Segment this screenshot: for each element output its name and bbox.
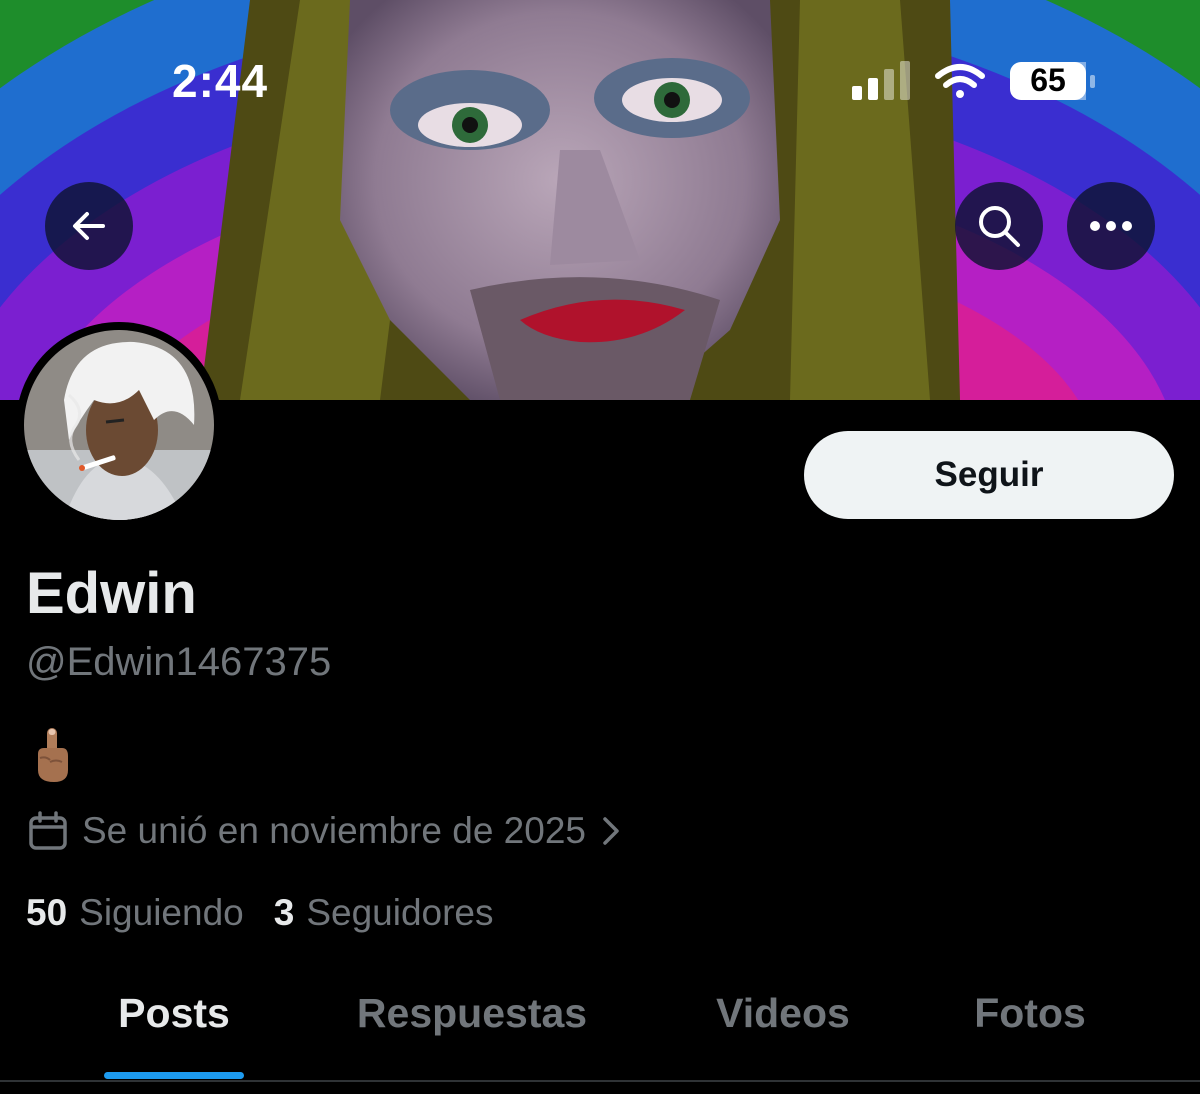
- follow-button[interactable]: Seguir: [804, 431, 1174, 519]
- tab-posts[interactable]: Posts: [104, 990, 244, 1080]
- arrow-left-icon: [73, 212, 105, 240]
- following-count: 50: [26, 892, 68, 933]
- search-icon: [979, 206, 1020, 247]
- back-button[interactable]: [45, 182, 133, 270]
- follow-stats: 50 Siguiendo 3 Seguidores: [26, 892, 494, 934]
- avatar-image: [24, 330, 214, 520]
- followers-link[interactable]: 3 Seguidores: [274, 892, 494, 934]
- tab-videos[interactable]: Videos: [700, 990, 866, 1080]
- avatar[interactable]: [16, 322, 222, 528]
- bio: [30, 726, 80, 786]
- join-date[interactable]: Se unió en noviembre de 2025: [28, 810, 622, 852]
- status-time: 2:44: [172, 55, 269, 107]
- more-horizontal-icon: [1090, 221, 1132, 231]
- join-date-text: Se unió en noviembre de 2025: [82, 810, 586, 851]
- user-handle: @Edwin1467375: [26, 640, 332, 684]
- following-link[interactable]: 50 Siguiendo: [26, 892, 244, 934]
- search-button[interactable]: [955, 182, 1043, 270]
- followers-label: Seguidores: [306, 892, 494, 933]
- tabs-divider: [0, 1080, 1200, 1082]
- tab-photos[interactable]: Fotos: [960, 990, 1100, 1080]
- following-label: Siguiendo: [79, 892, 244, 933]
- wifi-icon: [935, 64, 985, 98]
- middle-finger-emoji: [38, 728, 68, 782]
- calendar-icon: [28, 811, 68, 851]
- active-tab-indicator: [104, 1072, 244, 1079]
- display-name: Edwin: [26, 561, 197, 626]
- cellular-signal-icon: [852, 61, 910, 100]
- tab-replies[interactable]: Respuestas: [340, 990, 604, 1080]
- followers-count: 3: [273, 892, 295, 933]
- battery-level: 65: [1030, 61, 1066, 98]
- profile-tabs: Posts Respuestas Videos Fotos: [0, 990, 1200, 1080]
- more-options-button[interactable]: [1067, 182, 1155, 270]
- chevron-right-icon: [600, 815, 622, 847]
